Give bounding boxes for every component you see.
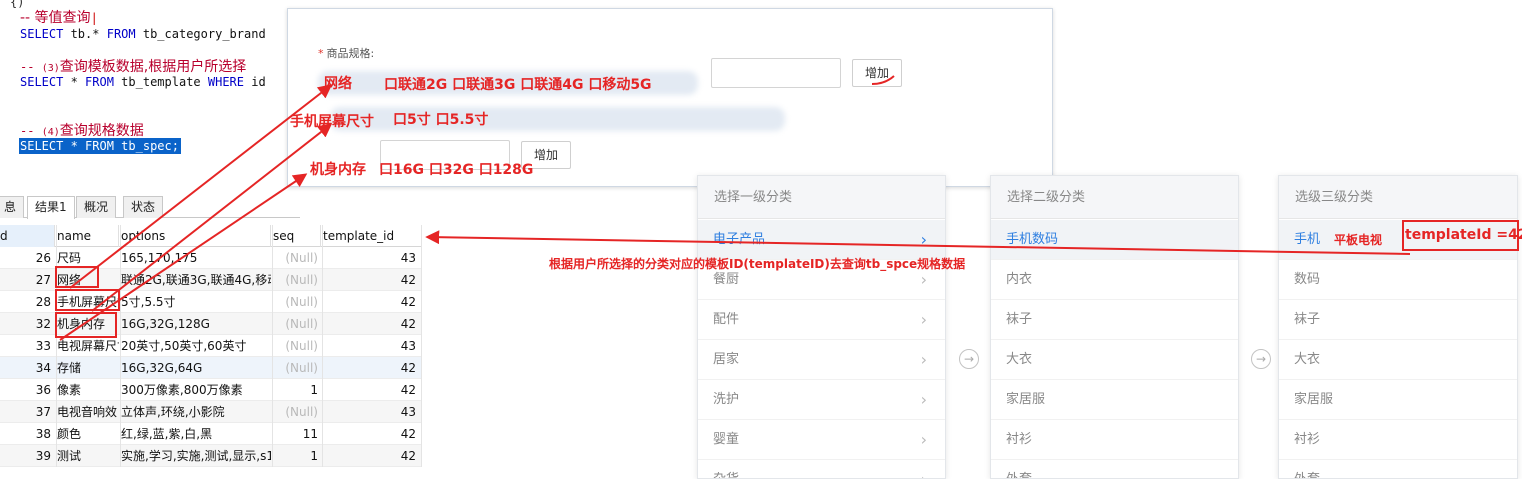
column-header-name[interactable]: name — [57, 225, 119, 247]
category-item[interactable]: 洗护 › — [698, 380, 945, 420]
column-divider — [322, 225, 323, 467]
screen-size-label: 手机屏幕尺寸 — [290, 114, 374, 130]
arrow-right-circle-icon: → — [959, 349, 979, 369]
category-level-2: 选择二级分类 手机数码 内衣 袜子 大衣 家居服 衬衫 外套 — [990, 175, 1239, 479]
category-item[interactable]: 袜子 — [991, 300, 1238, 340]
sql-comment-template: -- (3)查询模板数据,根据用户所选择 — [20, 59, 247, 75]
screen-size-options[interactable]: 口5寸 口5.5寸 — [393, 109, 488, 129]
tab-overview[interactable]: 概况 — [76, 196, 117, 218]
chevron-right-icon: › — [920, 230, 927, 249]
column-divider — [272, 225, 273, 467]
spec-value-input[interactable] — [711, 58, 841, 88]
memory-label: 机身内存 — [310, 162, 366, 178]
column-header-seq[interactable]: seq — [273, 225, 321, 247]
category-item[interactable]: 衬衫 — [1279, 420, 1517, 460]
sql-comment-spec: -- (4)查询规格数据 — [20, 123, 144, 139]
column-header-options[interactable]: options — [121, 225, 271, 247]
memory-options[interactable]: 口16G 口32G 口128G — [379, 159, 533, 179]
result-tabs: 息 结果1 概况 状态 — [0, 195, 300, 219]
chevron-right-icon: › — [920, 430, 927, 449]
category-item[interactable]: 大衣 — [1279, 340, 1517, 380]
table-row[interactable]: 39 测试 实施,学习,实施,测试,显示,s1 1 42 — [0, 445, 422, 467]
category-item[interactable]: 居家 › — [698, 340, 945, 380]
column-header-template-id[interactable]: template_id — [323, 225, 422, 247]
sql-query-template[interactable]: SELECT * FROM tb_template WHERE id — [20, 75, 266, 89]
category-item[interactable]: 手机数码 — [991, 220, 1238, 260]
table-row[interactable]: 37 电视音响效 立体声,环绕,小影院 (Null) 43 — [0, 401, 422, 423]
column-divider — [120, 225, 121, 467]
category-item[interactable]: 内衣 — [991, 260, 1238, 300]
chevron-right-icon: › — [921, 460, 927, 478]
category-item[interactable]: 杂货› — [698, 460, 945, 478]
category-item[interactable]: 外套 — [991, 460, 1238, 478]
screen-row-highlight-box — [55, 289, 120, 311]
category-level-1-header: 选择一级分类 — [698, 176, 945, 219]
column-header-id[interactable]: d — [0, 225, 55, 247]
column-divider — [56, 225, 57, 467]
category-level-3-header: 选级三级分类 — [1279, 176, 1517, 219]
sql-query-spec-selected[interactable]: SELECT * FROM tb_spec; — [19, 138, 181, 154]
column-divider — [421, 225, 422, 467]
category-item[interactable]: 家居服 — [991, 380, 1238, 420]
spec-panel: * 商品规格: 网络 口联通2G 口联通3G 口联通4G 口移动5G 增加 手机屏… — [287, 8, 1053, 187]
chevron-right-icon: › — [920, 390, 927, 409]
category-level-1: 选择一级分类 电子产品› 餐厨› 配件› 居家› 洗护› 婴童› 杂货› — [697, 175, 946, 479]
table-row[interactable]: 34 存储 16G,32G,64G (Null) 42 — [0, 357, 422, 379]
tab-status[interactable]: 状态 — [123, 196, 164, 218]
table-row[interactable]: 38 颜色 红,绿,蓝,紫,白,黑 11 42 — [0, 423, 422, 445]
category-item[interactable]: 衬衫 — [991, 420, 1238, 460]
chevron-right-icon: › — [920, 310, 927, 329]
explanation-annotation: 根据用户所选择的分类对应的模板ID(templateID)去查询tb_spce规… — [549, 257, 966, 271]
category-item[interactable]: 数码 — [1279, 260, 1517, 300]
tab-result-1[interactable]: 结果1 — [27, 196, 75, 219]
add-button[interactable]: 增加 — [852, 59, 902, 87]
category-item[interactable]: 家居服 — [1279, 380, 1517, 420]
spec-label: * 商品规格: — [318, 47, 375, 60]
memory-row-highlight-box — [55, 312, 117, 338]
network-options[interactable]: 口联通2G 口联通3G 口联通4G 口移动5G — [384, 74, 652, 94]
sql-query-category-brand[interactable]: SELECT tb.* FROM tb_category_brand — [20, 27, 266, 41]
sql-comment-equality: -- 等值查询| — [20, 10, 98, 26]
chevron-right-icon: › — [920, 350, 927, 369]
category-level-2-header: 选择二级分类 — [991, 176, 1238, 219]
category-item[interactable]: 大衣 — [991, 340, 1238, 380]
tab-info[interactable]: 息 — [0, 196, 25, 218]
category-item[interactable]: 外套 — [1279, 460, 1517, 478]
table-header: d name options seq template_id — [0, 225, 422, 247]
network-label: 网络 — [324, 76, 352, 92]
arrow-right-circle-icon: → — [1251, 349, 1271, 369]
category-item[interactable]: 婴童 › — [698, 420, 945, 460]
category-item[interactable]: 配件 › — [698, 300, 945, 340]
network-row-highlight-box — [55, 266, 99, 288]
table-row[interactable]: 36 像素 300万像素,800万像素 1 42 — [0, 379, 422, 401]
sql-editor[interactable]: {) -- 等值查询| SELECT tb.* FROM tb_category… — [0, 0, 300, 190]
template-id-annotation: templateId =42 — [1405, 227, 1522, 243]
category-item[interactable]: 电子产品 › — [698, 220, 945, 260]
tablet-tv-label: 平板电视 — [1334, 233, 1383, 247]
category-item[interactable]: 袜子 — [1279, 300, 1517, 340]
table-row[interactable]: 33 电视屏幕尺寸 20英寸,50英寸,60英寸 (Null) 43 — [0, 335, 422, 357]
